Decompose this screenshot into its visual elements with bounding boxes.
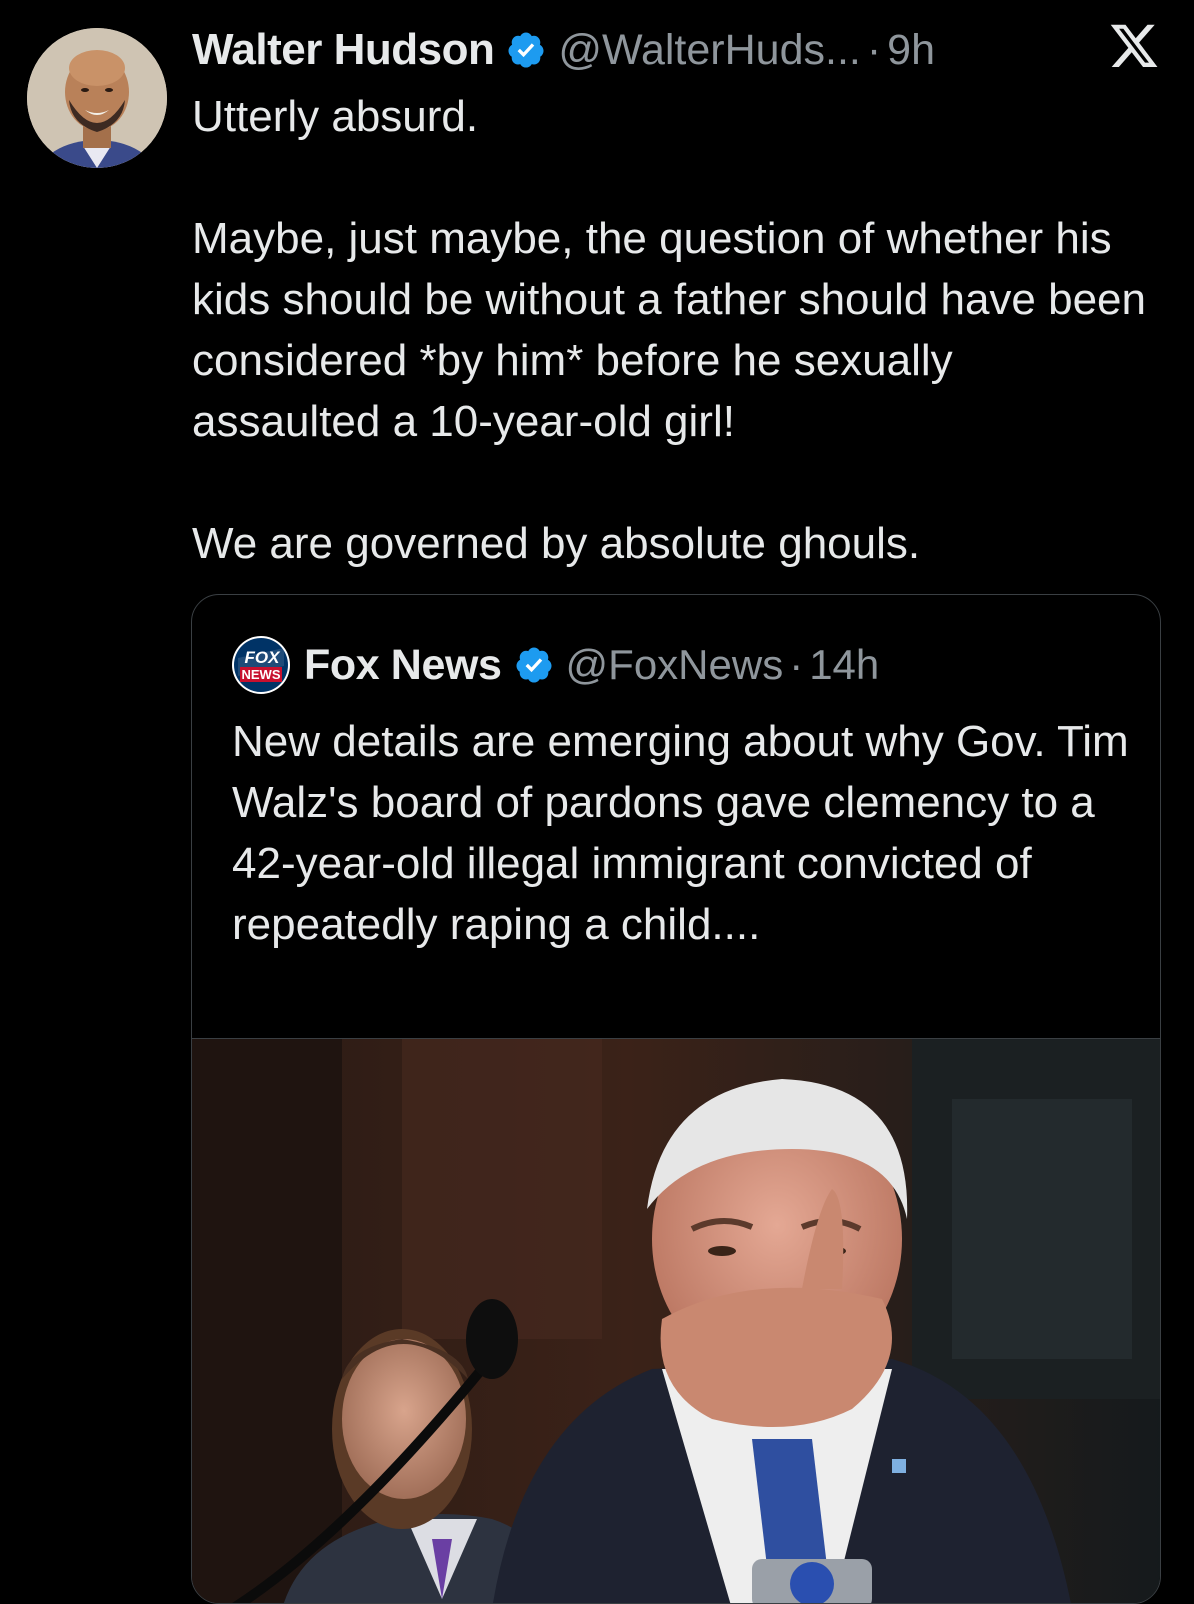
fox-news-logo-icon: FOX NEWS (232, 636, 290, 694)
avatar[interactable] (27, 28, 167, 168)
fox-logo-text-bottom: NEWS (242, 667, 281, 682)
fox-logo-text-top: FOX (245, 648, 282, 667)
quoted-author-display-name[interactable]: Fox News (304, 641, 502, 690)
quoted-header-separator: · (789, 641, 804, 688)
tweet-text-paragraph: Utterly absurd. (192, 92, 479, 141)
tweet-text: Utterly absurd. Maybe, just maybe, the q… (192, 86, 1152, 574)
tweet-timestamp[interactable]: 9h (887, 26, 935, 75)
quoted-tweet-text: New details are emerging about why Gov. … (232, 717, 1129, 949)
author-display-name[interactable]: Walter Hudson (192, 25, 495, 75)
avatar-image (27, 28, 167, 168)
author-handle[interactable]: @WalterHuds... (558, 26, 861, 75)
quoted-tweet-timestamp[interactable]: 14h (809, 641, 879, 689)
news-photo[interactable] (192, 1038, 1160, 1603)
verified-badge-icon (508, 32, 544, 68)
tweet[interactable]: Walter Hudson @WalterHuds... · 9h Utterl… (0, 0, 1194, 1604)
header-separator: · (866, 25, 882, 74)
tweet-header: Walter Hudson @WalterHuds... · 9h (192, 22, 935, 78)
x-logo-icon[interactable] (1108, 24, 1160, 72)
quoted-author-handle[interactable]: @FoxNews (566, 641, 784, 689)
quoted-tweet[interactable]: FOX NEWS Fox News @FoxNews · 14h New det… (191, 594, 1161, 1604)
tweet-text-paragraph: Maybe, just maybe, the question of wheth… (192, 214, 1146, 446)
tweet-text-paragraph: We are governed by absolute ghouls. (192, 519, 921, 568)
news-photo-image (192, 1039, 1160, 1603)
verified-badge-icon (516, 647, 552, 683)
quoted-tweet-header: FOX NEWS Fox News @FoxNews · 14h (232, 635, 879, 695)
